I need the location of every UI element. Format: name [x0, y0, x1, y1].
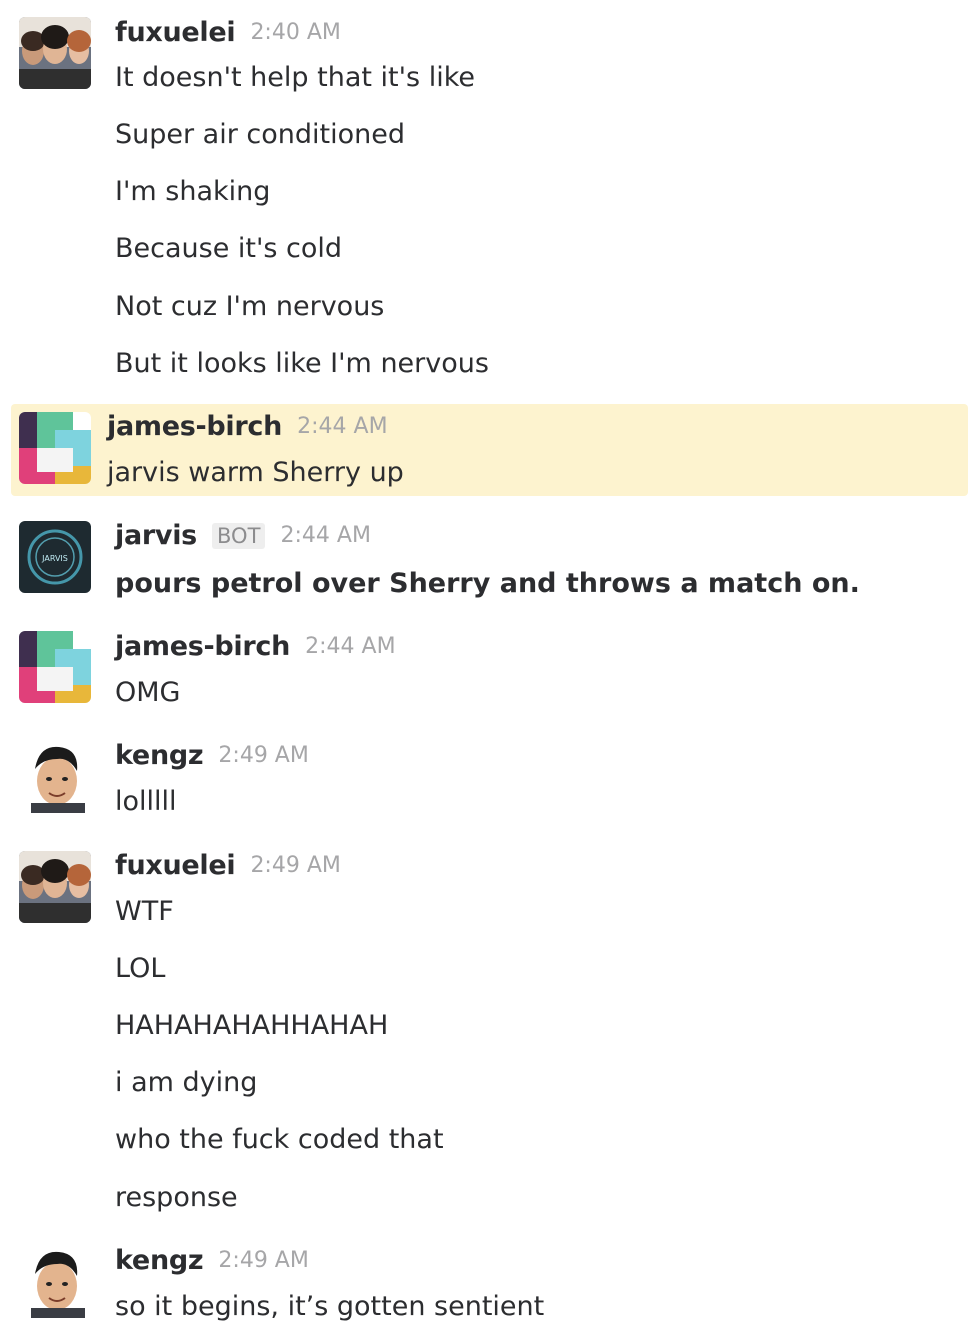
- james-birch-avatar[interactable]: [19, 412, 91, 484]
- message-text: so it begins, it’s gotten sentient: [115, 1291, 545, 1322]
- message-header: fuxuelei 2:40 AM: [115, 17, 341, 57]
- james-birch-avatar[interactable]: [19, 631, 91, 703]
- fuxuelei-avatar[interactable]: [19, 17, 91, 89]
- message-text: jarvis warm Sherry up: [107, 457, 404, 488]
- message-text: WTF: [115, 896, 174, 927]
- username-link[interactable]: kengz: [115, 1245, 204, 1276]
- message-header: james-birch 2:44 AM: [115, 631, 396, 671]
- bot-message-text: pours petrol over Sherry and throws a ma…: [115, 568, 860, 599]
- message-text: But it looks like I'm nervous: [115, 348, 489, 379]
- message-text: OMG: [115, 677, 181, 708]
- message-header: kengz 2:49 AM: [115, 740, 309, 780]
- message-text: Because it's cold: [115, 233, 343, 264]
- timestamp-link[interactable]: 2:49 AM: [218, 1248, 308, 1273]
- message-header: james-birch 2:44 AM: [107, 411, 388, 451]
- username-link[interactable]: kengz: [115, 740, 204, 771]
- message-text: It doesn't help that it's like: [115, 62, 475, 93]
- timestamp-link[interactable]: 2:49 AM: [218, 743, 308, 768]
- jarvis-avatar[interactable]: JARVIS: [19, 521, 91, 593]
- message-text: Super air conditioned: [115, 119, 405, 150]
- timestamp-link[interactable]: 2:44 AM: [297, 414, 387, 439]
- jarvis-logo-text: JARVIS: [41, 554, 68, 563]
- message-text: HAHAHAHAHHAHAH: [115, 1010, 389, 1041]
- kengz-avatar[interactable]: [19, 1246, 91, 1318]
- timestamp-link[interactable]: 2:44 AM: [305, 634, 395, 659]
- message-text: Not cuz I'm nervous: [115, 291, 385, 322]
- message-header: fuxuelei 2:49 AM: [115, 850, 341, 890]
- message-text: who the fuck coded that: [115, 1124, 444, 1155]
- username-link[interactable]: jarvis: [115, 520, 197, 551]
- username-link[interactable]: james-birch: [107, 411, 282, 442]
- message-text: response: [115, 1182, 238, 1213]
- timestamp-link[interactable]: 2:49 AM: [250, 853, 340, 878]
- username-link[interactable]: james-birch: [115, 631, 290, 662]
- username-link[interactable]: fuxuelei: [115, 17, 236, 48]
- message-text: LOL: [115, 953, 166, 984]
- timestamp-link[interactable]: 2:40 AM: [250, 20, 340, 45]
- bot-badge: BOT: [212, 522, 266, 549]
- timestamp-link[interactable]: 2:44 AM: [281, 523, 371, 548]
- message-header: kengz 2:49 AM: [115, 1245, 309, 1285]
- username-link[interactable]: fuxuelei: [115, 850, 236, 881]
- message-header: jarvis BOT 2:44 AM: [115, 520, 371, 560]
- fuxuelei-avatar[interactable]: [19, 851, 91, 923]
- message-text: I'm shaking: [115, 176, 271, 207]
- kengz-avatar[interactable]: [19, 741, 91, 813]
- message-text: i am dying: [115, 1067, 258, 1098]
- message-text: lolllll: [115, 786, 177, 817]
